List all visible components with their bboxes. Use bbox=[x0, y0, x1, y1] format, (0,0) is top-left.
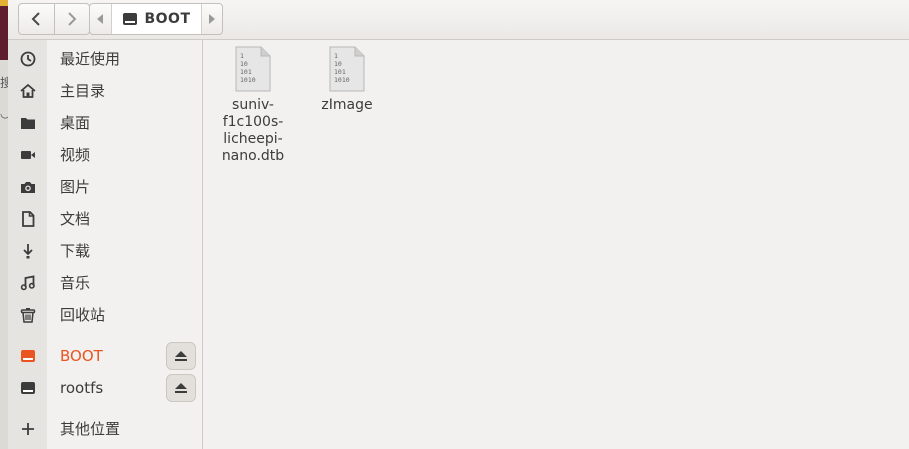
video-icon bbox=[20, 151, 35, 159]
path-bar: BOOT bbox=[89, 3, 223, 35]
download-icon bbox=[22, 244, 33, 259]
sidebar-item-rootfs[interactable]: rootfs bbox=[8, 372, 202, 404]
navigation-buttons bbox=[18, 3, 90, 35]
eject-icon bbox=[175, 351, 187, 361]
camera-icon bbox=[20, 182, 35, 193]
sidebar-item-label: 视频 bbox=[60, 146, 91, 164]
sidebar-item-videos[interactable]: 视频 bbox=[8, 139, 202, 171]
sidebar-item-label: 文档 bbox=[60, 210, 91, 228]
background-window-strip: 搜 ◡ bbox=[0, 0, 8, 449]
sidebar: 最近使用 主目录 桌面 视频 图片 文档 下载 音乐 回收站 BOOT root… bbox=[8, 40, 203, 449]
binary-file-icon: 1 10 101 1010 bbox=[235, 46, 271, 92]
sidebar-item-label: 回收站 bbox=[60, 306, 106, 324]
path-current-label: BOOT bbox=[144, 11, 191, 27]
back-button[interactable] bbox=[19, 4, 54, 34]
file-name-line: f1c100s- bbox=[222, 114, 284, 130]
sidebar-item-label: 主目录 bbox=[60, 82, 106, 100]
eject-icon bbox=[175, 383, 187, 393]
sidebar-item-music[interactable]: 音乐 bbox=[8, 267, 202, 299]
header-bar: BOOT bbox=[8, 0, 909, 40]
file-name-line: nano.dtb bbox=[221, 148, 285, 164]
file-name-line: licheepi- bbox=[223, 131, 283, 147]
sidebar-item-label: 图片 bbox=[60, 178, 91, 196]
path-scroll-left-button[interactable] bbox=[90, 4, 110, 34]
sidebar-item-label: 音乐 bbox=[60, 274, 91, 292]
binary-digits: 10 bbox=[334, 60, 342, 68]
folder-icon bbox=[20, 118, 35, 129]
home-icon bbox=[19, 83, 36, 98]
music-icon bbox=[20, 275, 35, 291]
file-name: suniv- f1c100s- licheepi- nano.dtb bbox=[211, 97, 295, 165]
file-view[interactable]: 1 10 101 1010 suniv- f1c100s- licheepi- … bbox=[203, 40, 909, 449]
sidebar-item-label: 下载 bbox=[60, 242, 91, 260]
trash-icon bbox=[20, 308, 35, 323]
background-window-titlebar bbox=[0, 0, 8, 60]
file-name-line: zImage bbox=[321, 97, 373, 113]
sidebar-item-label: BOOT bbox=[60, 347, 103, 365]
drive-icon bbox=[20, 350, 35, 362]
sidebar-separator bbox=[8, 336, 202, 337]
triangle-left-icon bbox=[97, 14, 103, 24]
binary-digits: 1 bbox=[240, 52, 244, 60]
binary-digits: 1010 bbox=[240, 76, 256, 84]
triangle-right-icon bbox=[209, 14, 215, 24]
file-item-zimage[interactable]: 1 10 101 1010 zImage bbox=[305, 46, 389, 114]
sidebar-item-boot[interactable]: BOOT bbox=[8, 340, 202, 372]
path-scroll-right-button[interactable] bbox=[202, 4, 222, 34]
plus-icon bbox=[21, 423, 34, 435]
sidebar-item-other-locations[interactable]: 其他位置 bbox=[8, 413, 202, 445]
file-name: zImage bbox=[305, 97, 389, 114]
forward-button[interactable] bbox=[53, 4, 90, 34]
sidebar-item-label: 其他位置 bbox=[60, 420, 121, 438]
drive-icon bbox=[123, 13, 138, 25]
background-window-glyph: 搜 bbox=[0, 76, 8, 90]
document-icon bbox=[21, 211, 34, 227]
chevron-left-icon bbox=[31, 12, 40, 26]
sidebar-item-label: 最近使用 bbox=[60, 50, 121, 68]
drive-icon bbox=[20, 382, 35, 394]
sidebar-item-desktop[interactable]: 桌面 bbox=[8, 107, 202, 139]
binary-digits: 10 bbox=[240, 60, 248, 68]
eject-button[interactable] bbox=[166, 342, 196, 370]
binary-digits: 101 bbox=[334, 68, 346, 76]
path-current-location-button[interactable]: BOOT bbox=[111, 4, 202, 34]
binary-digits: 101 bbox=[240, 68, 252, 76]
sidebar-item-documents[interactable]: 文档 bbox=[8, 203, 202, 235]
chevron-right-icon bbox=[68, 12, 77, 26]
eject-button[interactable] bbox=[166, 374, 196, 402]
binary-digits: 1010 bbox=[334, 76, 350, 84]
file-item-dtb[interactable]: 1 10 101 1010 suniv- f1c100s- licheepi- … bbox=[211, 46, 295, 165]
file-name-line: suniv- bbox=[232, 97, 274, 113]
sidebar-item-downloads[interactable]: 下载 bbox=[8, 235, 202, 267]
binary-digits: 1 bbox=[334, 52, 338, 60]
background-window-glyph: ◡ bbox=[0, 106, 8, 120]
sidebar-item-trash[interactable]: 回收站 bbox=[8, 299, 202, 331]
binary-file-icon: 1 10 101 1010 bbox=[329, 46, 365, 92]
sidebar-item-label: rootfs bbox=[60, 379, 104, 397]
sidebar-item-home[interactable]: 主目录 bbox=[8, 75, 202, 107]
background-window-accent bbox=[0, 0, 8, 6]
sidebar-item-recent[interactable]: 最近使用 bbox=[8, 43, 202, 75]
clock-icon bbox=[20, 51, 35, 67]
sidebar-item-pictures[interactable]: 图片 bbox=[8, 171, 202, 203]
sidebar-item-label: 桌面 bbox=[60, 114, 91, 132]
